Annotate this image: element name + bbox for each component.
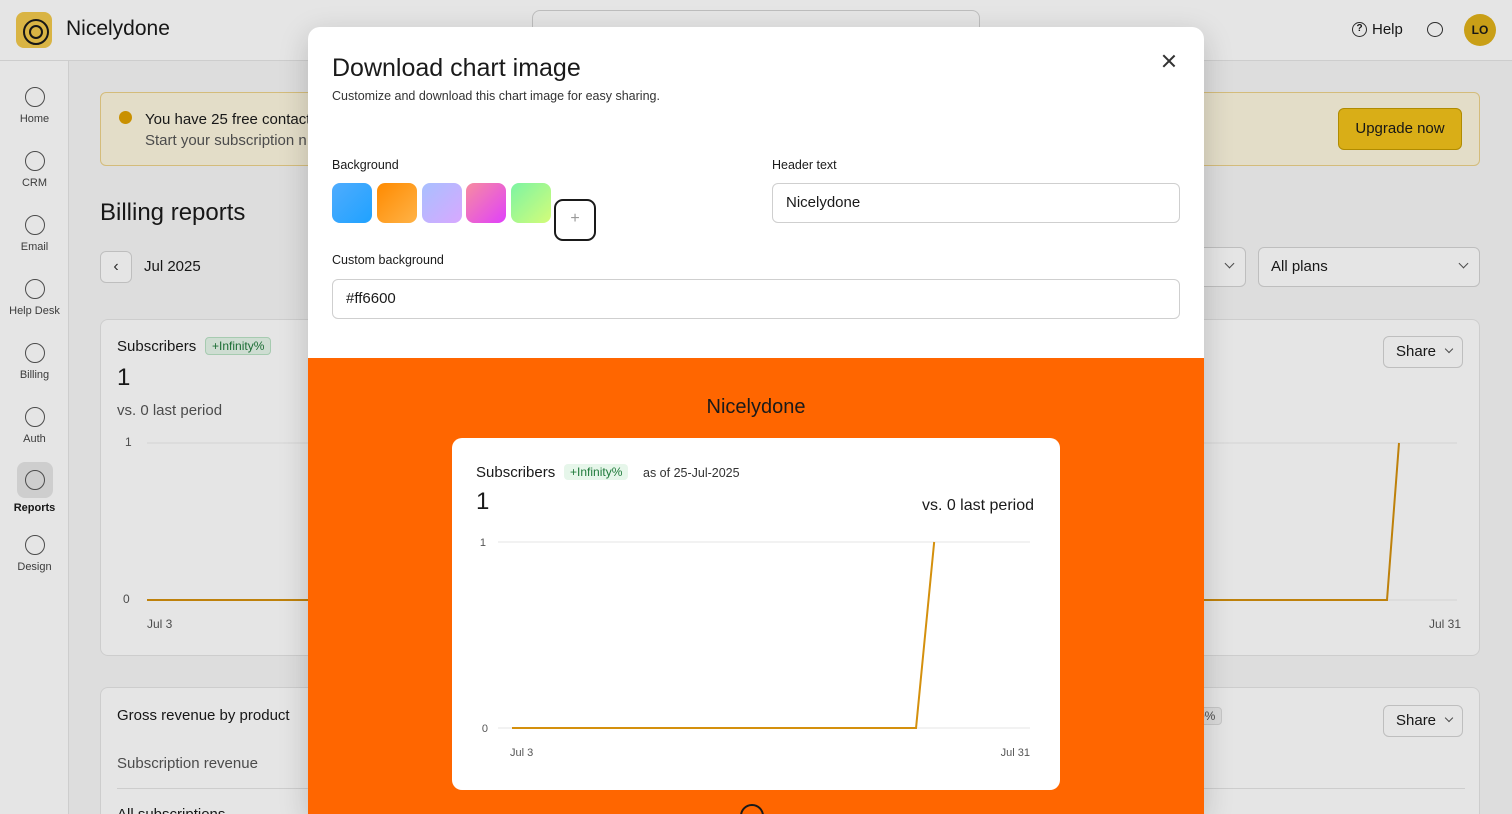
chart-preview: Nicelydone Subscribers +Infinity% as of …: [308, 358, 1204, 814]
modal-title: Download chart image: [332, 54, 581, 82]
swatch-lavender[interactable]: [422, 183, 462, 223]
preview-line-chart: 1 0 Jul 3 Jul 31: [480, 537, 1030, 759]
x-tick-label: Jul 3: [510, 747, 533, 759]
preview-header: Nicelydone: [706, 396, 806, 418]
y-tick-label: 1: [480, 537, 486, 549]
header-text-label: Header text: [772, 158, 837, 172]
preview-footer-logo-icon: [740, 804, 764, 814]
add-custom-swatch-button[interactable]: +: [554, 199, 596, 241]
series-line: [512, 541, 936, 729]
swatch-orange[interactable]: [377, 183, 417, 223]
custom-background-input[interactable]: #ff6600: [332, 279, 1180, 319]
header-text-input[interactable]: Nicelydone: [772, 183, 1180, 223]
background-label: Background: [332, 158, 399, 172]
x-tick-label: Jul 31: [1001, 747, 1030, 759]
preview-chart-card: Subscribers +Infinity% as of 25-Jul-2025…: [452, 438, 1060, 790]
swatch-green[interactable]: [511, 183, 551, 223]
custom-background-label: Custom background: [332, 253, 444, 267]
download-chart-modal: Download chart image Customize and downl…: [308, 27, 1204, 814]
swatch-pink[interactable]: [466, 183, 506, 223]
modal-subtitle: Customize and download this chart image …: [332, 89, 660, 103]
swatch-blue[interactable]: [332, 183, 372, 223]
y-tick-label: 0: [482, 723, 488, 735]
close-icon[interactable]: [1160, 52, 1178, 70]
